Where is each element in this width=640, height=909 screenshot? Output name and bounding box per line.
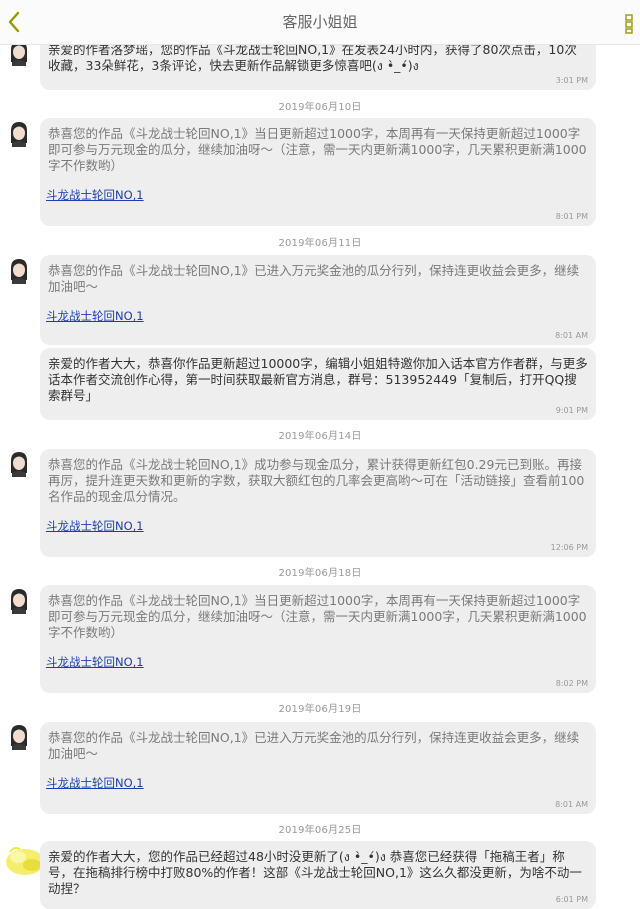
top-bar: 客服小姐姐 bbox=[0, 0, 640, 45]
date-separator: 2019年06月19日 bbox=[278, 704, 362, 715]
work-link[interactable]: 斗龙战士轮回NO,1 bbox=[46, 518, 144, 534]
message-time: 9:01 PM bbox=[555, 406, 588, 415]
message-bubble: 恭喜您的作品《斗龙战士轮回NO,1》当日更新超过1000字，本周再有一天保持更新… bbox=[40, 585, 596, 693]
avatar bbox=[11, 725, 27, 750]
message-bubble: 恭喜您的作品《斗龙战士轮回NO,1》成功参与现金瓜分，累计获得更新红包0.29元… bbox=[40, 449, 596, 557]
message-text: 恭喜您的作品《斗龙战士轮回NO,1》成功参与现金瓜分，累计获得更新红包0.29元… bbox=[48, 457, 585, 504]
message-text: 恭喜您的作品《斗龙战士轮回NO,1》已进入万元奖金池的瓜分行列，保持连更收益会更… bbox=[48, 730, 580, 761]
work-link[interactable]: 斗龙战士轮回NO,1 bbox=[46, 775, 144, 791]
message-bubble: 亲爱的作者大大，您的作品已经超过48小时没更新了(ง •̀_•́)ง 恭喜您已经… bbox=[40, 841, 596, 909]
work-link[interactable]: 斗龙战士轮回NO,1 bbox=[46, 308, 144, 324]
message-time: 6:01 PM bbox=[555, 895, 588, 904]
date-separator: 2019年06月10日 bbox=[278, 102, 362, 113]
message-time: 3:01 PM bbox=[555, 76, 588, 85]
message-time: 8:01 AM bbox=[555, 800, 588, 809]
message-text: 亲爱的作者大大，恭喜你作品更新超过10000字，编辑小姐姐特邀你加入话本官方作者… bbox=[48, 356, 588, 403]
message-bubble: 恭喜您的作品《斗龙战士轮回NO,1》已进入万元奖金池的瓜分行列，保持连更收益会更… bbox=[40, 255, 596, 345]
message-feed[interactable]: 亲爱的作者洛梦瑶，您的作品《斗龙战士轮回NO,1》在发表24小时内，获得了80次… bbox=[0, 0, 640, 909]
date-separator: 2019年06月18日 bbox=[278, 568, 362, 579]
message-text: 恭喜您的作品《斗龙战士轮回NO,1》当日更新超过1000字，本周再有一天保持更新… bbox=[48, 126, 587, 173]
message-text: 恭喜您的作品《斗龙战士轮回NO,1》当日更新超过1000字，本周再有一天保持更新… bbox=[48, 593, 587, 640]
message-bubble: 恭喜您的作品《斗龙战士轮回NO,1》已进入万元奖金池的瓜分行列，保持连更收益会更… bbox=[40, 722, 596, 814]
date-separator: 2019年06月25日 bbox=[278, 825, 362, 836]
date-separator: 2019年06月14日 bbox=[278, 431, 362, 442]
message-time: 12:06 PM bbox=[550, 543, 588, 552]
date-separator: 2019年06月11日 bbox=[278, 238, 362, 249]
message-time: 8:01 AM bbox=[555, 331, 588, 340]
avatar bbox=[11, 122, 27, 147]
work-link[interactable]: 斗龙战士轮回NO,1 bbox=[46, 187, 144, 203]
message-bubble: 亲爱的作者大大，恭喜你作品更新超过10000字，编辑小姐姐特邀你加入话本官方作者… bbox=[40, 348, 596, 420]
message-text: 恭喜您的作品《斗龙战士轮回NO,1》已进入万元奖金池的瓜分行列，保持连更收益会更… bbox=[48, 263, 580, 294]
avatar bbox=[11, 259, 27, 284]
avatar bbox=[11, 452, 27, 477]
message-time: 8:01 PM bbox=[555, 212, 588, 221]
message-bubble: 恭喜您的作品《斗龙战士轮回NO,1》当日更新超过1000字，本周再有一天保持更新… bbox=[40, 118, 596, 226]
work-link[interactable]: 斗龙战士轮回NO,1 bbox=[46, 654, 144, 670]
avatar bbox=[11, 589, 27, 614]
page-title: 客服小姐姐 bbox=[282, 13, 358, 31]
more-vertical-icon[interactable] bbox=[622, 14, 636, 34]
message-text: 亲爱的作者大大，您的作品已经超过48小时没更新了(ง •̀_•́)ง 恭喜您已经… bbox=[48, 849, 582, 896]
message-time: 8:02 PM bbox=[555, 679, 588, 688]
